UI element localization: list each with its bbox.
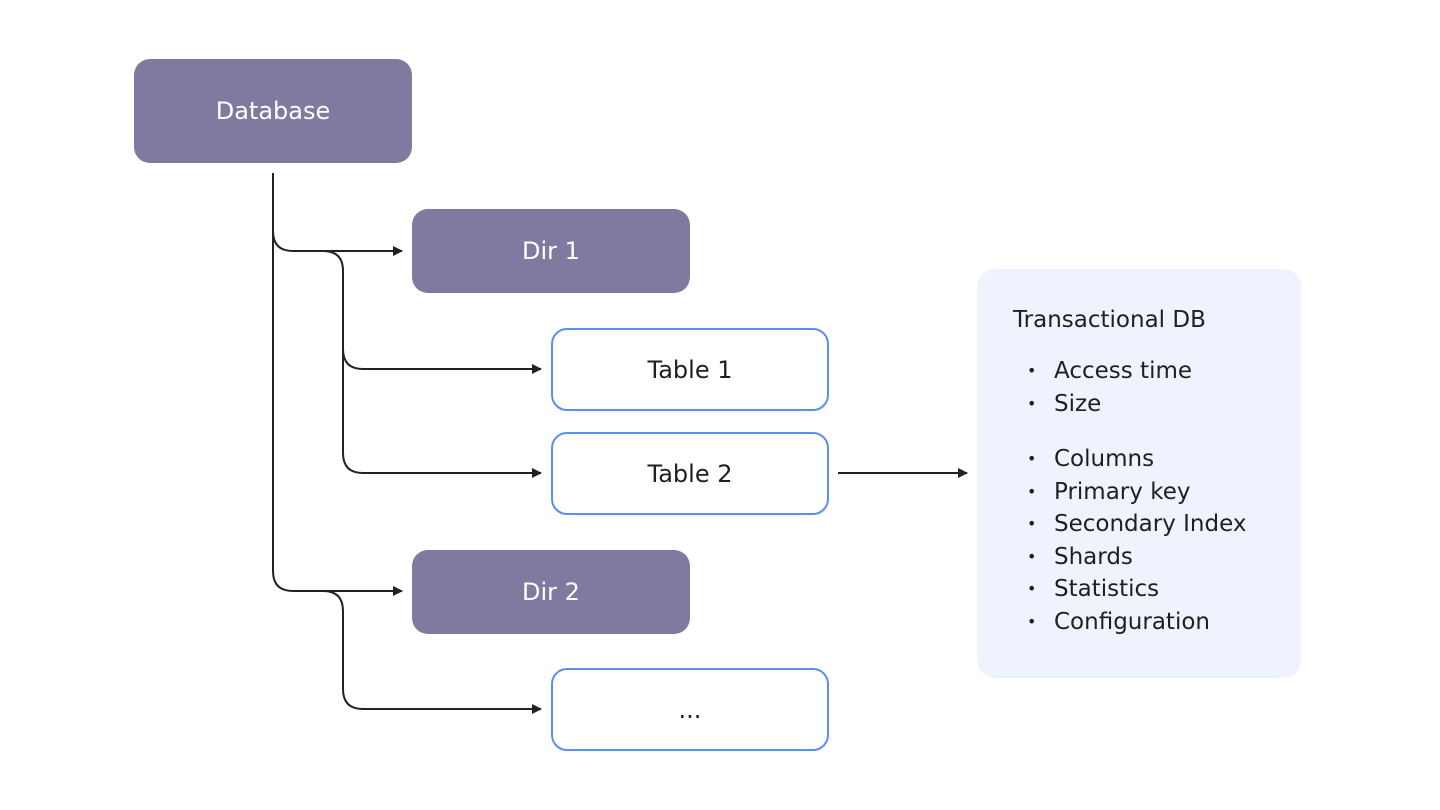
node-database-label: Database bbox=[215, 97, 331, 125]
edge-database-dir1 bbox=[272, 173, 403, 256]
info-list-item: Secondary Index bbox=[1013, 508, 1301, 541]
info-list-item: Statistics bbox=[1013, 573, 1301, 606]
edge-dir1-table2 bbox=[342, 349, 542, 478]
info-list-item: Access time bbox=[1013, 355, 1301, 388]
node-table2-label: Table 2 bbox=[647, 459, 733, 488]
edge-database-dir2 bbox=[272, 231, 403, 596]
info-panel: Transactional DB Access time Size Column… bbox=[977, 269, 1301, 678]
info-list-item: Size bbox=[1013, 388, 1301, 421]
info-list-group2: Columns Primary key Secondary Index Shar… bbox=[1013, 443, 1301, 638]
node-table1-label: Table 1 bbox=[647, 355, 733, 384]
node-table1[interactable]: Table 1 bbox=[551, 328, 829, 411]
node-more[interactable]: ... bbox=[551, 668, 829, 751]
node-dir2-label: Dir 2 bbox=[522, 578, 580, 606]
node-more-label: ... bbox=[678, 695, 702, 724]
node-table2[interactable]: Table 2 bbox=[551, 432, 829, 515]
info-list-group1: Access time Size bbox=[1013, 355, 1301, 420]
node-database[interactable]: Database bbox=[134, 59, 412, 163]
info-list-item: Columns bbox=[1013, 443, 1301, 476]
info-list-item: Primary key bbox=[1013, 476, 1301, 509]
node-dir1[interactable]: Dir 1 bbox=[412, 209, 690, 293]
info-list-item: Configuration bbox=[1013, 606, 1301, 639]
node-dir1-label: Dir 1 bbox=[522, 237, 580, 265]
info-panel-title: Transactional DB bbox=[1013, 307, 1206, 333]
node-dir2[interactable]: Dir 2 bbox=[412, 550, 690, 634]
info-list-item: Shards bbox=[1013, 541, 1301, 574]
